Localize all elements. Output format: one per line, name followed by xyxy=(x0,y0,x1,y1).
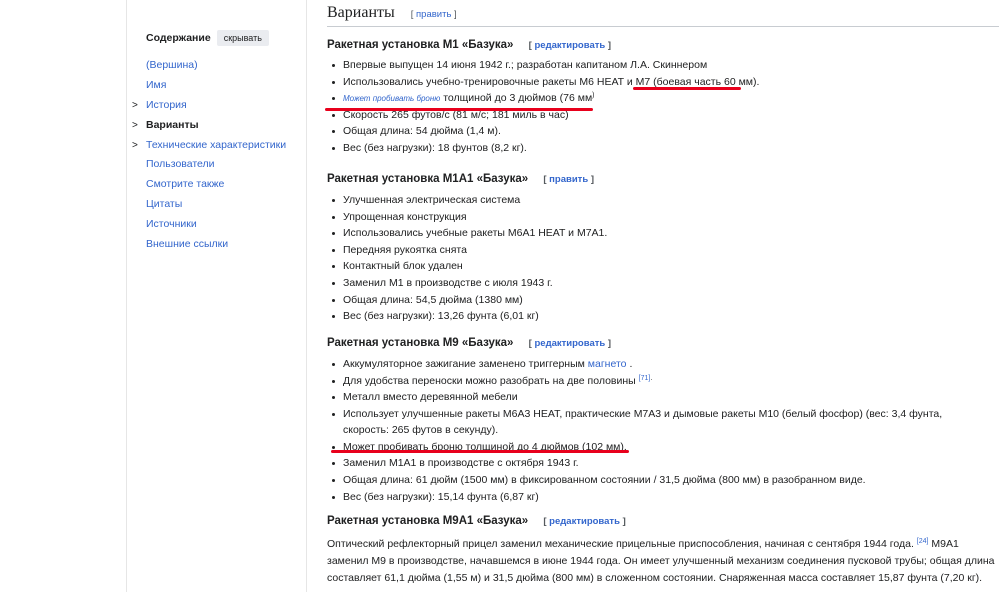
toc-item-label: Цитаты xyxy=(146,198,183,211)
toc-item-name[interactable]: Имя xyxy=(132,78,286,98)
list-item: Металл вместо деревянной мебели xyxy=(327,389,987,406)
m1a1-list: Улучшенная электрическая система Упрощен… xyxy=(327,192,607,325)
list-item: Улучшенная электрическая система xyxy=(327,192,607,209)
section-edit: [ править ] xyxy=(411,9,457,20)
armor-small-text[interactable]: Может пробивать броню xyxy=(343,94,440,103)
toc-item-specs[interactable]: > Технические характеристики xyxy=(132,138,286,158)
list-item: Может пробивать броню толщиной до 3 дюйм… xyxy=(327,90,759,107)
toc-item-history[interactable]: > История xyxy=(132,98,286,118)
m9-list: Аккумуляторное зажигание заменено тригге… xyxy=(327,356,987,505)
toc-item-label: Источники xyxy=(146,218,197,231)
toc-header: Содержание скрывать xyxy=(146,30,269,46)
toc-item-label: История xyxy=(146,98,187,111)
section-divider xyxy=(327,26,999,27)
edit-link-m1a1[interactable]: править xyxy=(549,174,588,185)
subheading-title: Ракетная установка M9A1 «Базука» xyxy=(327,515,529,527)
bracket: ] xyxy=(590,174,594,185)
edit-link-m9a1[interactable]: редактировать xyxy=(549,516,620,527)
bracket: [ xyxy=(543,174,547,185)
punct: . xyxy=(650,374,653,382)
list-item: Общая длина: 54 дюйма (1,4 м). xyxy=(327,123,759,140)
bracket: ] xyxy=(607,40,612,51)
punct: . xyxy=(629,358,633,370)
chevron-right-icon[interactable]: > xyxy=(132,139,138,153)
toc-item-label: Внешние ссылки xyxy=(146,238,229,251)
list-item: Общая длина: 61 дюйм (1500 мм) в фиксиро… xyxy=(327,472,987,489)
left-column-divider xyxy=(126,0,127,592)
subsection-edit: [ править ] xyxy=(543,174,594,185)
list-item: Контактный блок удален xyxy=(327,258,607,275)
toc-item-label: Технические характеристики xyxy=(146,138,287,151)
list-item: Впервые выпущен 14 июня 1942 г.; разрабо… xyxy=(327,57,759,74)
list-item: Вес (без нагрузки): 18 фунтов (8,2 кг). xyxy=(327,140,759,157)
toc-item-top[interactable]: (Вершина) xyxy=(132,58,286,78)
subheading-m9: Ракетная установка М9 «Базука» [ редакти… xyxy=(327,337,611,349)
list-item: Общая длина: 54,5 дюйма (1380 мм) xyxy=(327,292,607,309)
edit-link-m1[interactable]: редактировать xyxy=(534,40,605,51)
highlight-underline xyxy=(325,108,593,111)
m9a1-paragraph: Оптический рефлекторный прицел заменил м… xyxy=(327,536,997,587)
ref-mark: ) xyxy=(592,92,595,100)
list-item: Заменил М1 в производстве с июля 1943 г. xyxy=(327,275,607,292)
list-item: Вес (без нагрузки): 15,14 фунта (6,87 кг… xyxy=(327,489,987,506)
toc-item-label: Смотрите также xyxy=(146,178,225,191)
toc-item-label: Варианты xyxy=(146,118,199,131)
bracket: ] xyxy=(607,338,612,349)
content-divider xyxy=(306,0,307,592)
toc-item-external-links[interactable]: Внешние ссылки xyxy=(132,237,286,257)
armor-text: толщиной до 3 дюймов (76 мм xyxy=(443,92,593,105)
list-item: Передняя рукоятка снята xyxy=(327,242,607,259)
list-item: Использует улучшенные ракеты M6A3 HEAT, … xyxy=(327,406,987,439)
subheading-title: Ракетная установка M1A1 «Базука» xyxy=(327,173,529,185)
toc-item-label: Пользователи xyxy=(146,158,215,171)
list-item: Использовались учебные ракеты M6A1 HEAT … xyxy=(327,225,607,242)
subsection-edit: [ редактировать ] xyxy=(543,516,625,527)
magneto-link[interactable]: магнето xyxy=(588,358,627,370)
highlight-underline xyxy=(633,87,741,90)
m1-list: Впервые выпущен 14 июня 1942 г.; разрабо… xyxy=(327,57,759,157)
toc-item-label: (Вершина) xyxy=(146,59,198,71)
toc-item-variants[interactable]: > Варианты xyxy=(132,118,286,138)
list-item: Упрощенная конструкция xyxy=(327,209,607,226)
toc-item-users[interactable]: Пользователи xyxy=(132,157,286,177)
reference-24[interactable]: [24] xyxy=(917,538,929,545)
highlight-underline xyxy=(331,450,629,453)
reference-71[interactable]: [71] xyxy=(639,375,651,382)
list-item-text: Для удобства переноски можно разобрать н… xyxy=(343,374,636,387)
toc-item-quotes[interactable]: Цитаты xyxy=(132,197,286,217)
chevron-right-icon[interactable]: > xyxy=(132,119,138,133)
toc-hide-button[interactable]: скрывать xyxy=(216,30,269,46)
subsection-edit: [ редактировать ] xyxy=(529,40,611,51)
section-title: Варианты xyxy=(327,4,395,21)
bracket: [ xyxy=(528,338,532,349)
section-edit-link[interactable]: править xyxy=(416,9,451,20)
edit-link-m9[interactable]: редактировать xyxy=(534,338,605,349)
bracket: ] xyxy=(454,9,457,20)
bracket: [ xyxy=(543,516,547,527)
list-item-text: Использовались учебно-тренировочные раке… xyxy=(343,75,651,88)
list-item: Заменил M1A1 в производстве с октября 19… xyxy=(327,455,987,472)
warhead-note: (боевая часть 60 мм). xyxy=(653,75,760,88)
toc-list: (Вершина) Имя > История > Варианты > Технич… xyxy=(132,58,286,257)
list-item: Для удобства переноски можно разобрать н… xyxy=(327,373,987,390)
section-heading-variants: Варианты [ править ] xyxy=(327,4,457,22)
subsection-edit: [ редактировать ] xyxy=(529,338,611,349)
subheading-m1a1: Ракетная установка M1A1 «Базука» [ прави… xyxy=(327,173,594,185)
subheading-title: Ракетная установка М9 «Базука» xyxy=(327,337,514,349)
chevron-right-icon[interactable]: > xyxy=(132,99,138,113)
list-item: Вес (без нагрузки): 13,26 фунта (6,01 кг… xyxy=(327,308,607,325)
toc-item-label: Имя xyxy=(146,78,167,91)
subheading-title: Ракетная установка М1 «Базука» xyxy=(327,39,514,51)
paragraph-text: Оптический рефлекторный прицел заменил м… xyxy=(327,538,914,550)
toc-item-see-also[interactable]: Смотрите также xyxy=(132,177,286,197)
bracket: [ xyxy=(528,40,532,51)
list-item: Аккумуляторное зажигание заменено тригге… xyxy=(327,356,987,373)
toc-title: Содержание xyxy=(146,32,211,44)
bracket: ] xyxy=(622,516,626,527)
bracket: [ xyxy=(410,9,414,20)
list-item-text: Аккумуляторное зажигание заменено тригге… xyxy=(343,358,585,370)
toc-item-sources[interactable]: Источники xyxy=(132,217,286,237)
subheading-m9a1: Ракетная установка M9A1 «Базука» [ редак… xyxy=(327,515,626,527)
subheading-m1: Ракетная установка М1 «Базука» [ редакти… xyxy=(327,39,611,51)
